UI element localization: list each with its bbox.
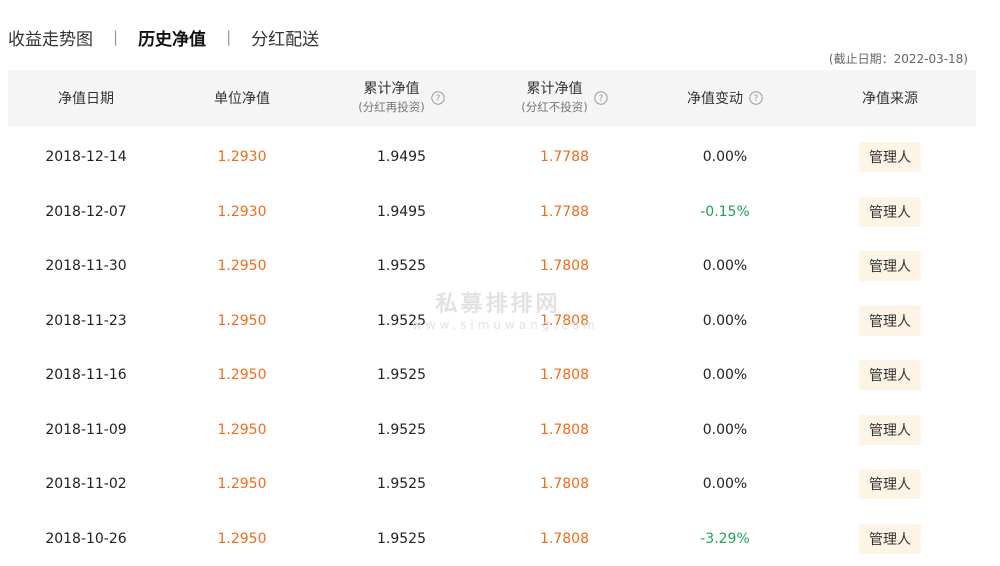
cell-nav-change: 0.00%: [646, 422, 804, 438]
cell-unit-nav: 1.2950: [164, 422, 320, 438]
table-row: 2018-12-14 1.2930 1.9495 1.7788 0.00% 管理…: [8, 130, 976, 185]
cell-unit-nav: 1.2950: [164, 367, 320, 383]
cell-nav-change: -0.15%: [646, 204, 804, 220]
header-acc-nav-reinvest-label: 累计净值: [363, 80, 419, 98]
header-acc-nav-reinvest: 累计净值 (分红再投资) ?: [320, 80, 483, 116]
table-header: 净值日期 单位净值 累计净值 (分红再投资) ? 累计净值 (分红不投资) ? …: [8, 70, 976, 126]
cell-date: 2018-12-14: [8, 149, 164, 165]
tab-separator: |: [226, 28, 231, 46]
table-row: 2018-11-23 1.2950 1.9525 1.7808 0.00% 管理…: [8, 294, 976, 349]
cell-date: 2018-10-26: [8, 531, 164, 547]
header-acc-nav-noreinvest: 累计净值 (分红不投资) ?: [483, 80, 646, 116]
header-nav-source-label: 净值来源: [862, 88, 918, 108]
cell-nav-source: 管理人: [804, 142, 976, 172]
header-nav-source: 净值来源: [804, 88, 976, 108]
cell-nav-source: 管理人: [804, 251, 976, 281]
cell-date: 2018-11-16: [8, 367, 164, 383]
cell-unit-nav: 1.2950: [164, 476, 320, 492]
cell-unit-nav: 1.2950: [164, 531, 320, 547]
source-badge: 管理人: [859, 360, 921, 390]
cell-acc-nav-reinvest: 1.9525: [320, 531, 483, 547]
header-nav-change: 净值变动 ?: [646, 88, 804, 108]
table-row: 2018-12-07 1.2930 1.9495 1.7788 -0.15% 管…: [8, 185, 976, 240]
source-badge: 管理人: [859, 142, 921, 172]
cell-acc-nav-noreinvest: 1.7808: [483, 258, 646, 274]
cell-nav-change: 0.00%: [646, 149, 804, 165]
header-unit-nav: 单位净值: [164, 88, 320, 108]
cell-nav-change: 0.00%: [646, 258, 804, 274]
cell-nav-source: 管理人: [804, 469, 976, 499]
cell-nav-source: 管理人: [804, 360, 976, 390]
header-acc-nav-reinvest-stack: 累计净值 (分红再投资): [358, 80, 424, 116]
cell-acc-nav-reinvest: 1.9525: [320, 258, 483, 274]
cell-unit-nav: 1.2930: [164, 149, 320, 165]
source-badge: 管理人: [859, 415, 921, 445]
cell-nav-change: 0.00%: [646, 367, 804, 383]
cell-acc-nav-noreinvest: 1.7808: [483, 531, 646, 547]
cell-unit-nav: 1.2950: [164, 258, 320, 274]
cell-nav-source: 管理人: [804, 415, 976, 445]
tab-separator: |: [113, 28, 118, 46]
svg-text:?: ?: [598, 94, 603, 104]
cell-acc-nav-reinvest: 1.9525: [320, 367, 483, 383]
cutoff-date: (截止日期：2022-03-18): [829, 50, 968, 67]
source-badge: 管理人: [859, 197, 921, 227]
help-icon[interactable]: ?: [749, 91, 763, 105]
cell-nav-change: -3.29%: [646, 531, 804, 547]
source-badge: 管理人: [859, 251, 921, 281]
cell-acc-nav-reinvest: 1.9495: [320, 149, 483, 165]
cell-acc-nav-noreinvest: 1.7808: [483, 422, 646, 438]
help-icon[interactable]: ?: [431, 91, 445, 105]
header-date-label: 净值日期: [58, 88, 114, 108]
cell-date: 2018-11-09: [8, 422, 164, 438]
source-badge: 管理人: [859, 524, 921, 554]
table-row: 2018-11-02 1.2950 1.9525 1.7808 0.00% 管理…: [8, 457, 976, 512]
cell-nav-source: 管理人: [804, 197, 976, 227]
cell-acc-nav-reinvest: 1.9525: [320, 313, 483, 329]
cell-nav-source: 管理人: [804, 524, 976, 554]
cell-nav-change: 0.00%: [646, 476, 804, 492]
table-row: 2018-11-30 1.2950 1.9525 1.7808 0.00% 管理…: [8, 239, 976, 294]
table-row: 2018-11-16 1.2950 1.9525 1.7808 0.00% 管理…: [8, 348, 976, 403]
tab-bar: 收益走势图 | 历史净值 | 分红配送: [8, 24, 319, 50]
cell-unit-nav: 1.2930: [164, 204, 320, 220]
table-body: 2018-12-14 1.2930 1.9495 1.7788 0.00% 管理…: [8, 126, 976, 566]
cell-nav-change: 0.00%: [646, 313, 804, 329]
cell-date: 2018-11-30: [8, 258, 164, 274]
source-badge: 管理人: [859, 306, 921, 336]
cell-acc-nav-noreinvest: 1.7788: [483, 204, 646, 220]
source-badge: 管理人: [859, 469, 921, 499]
svg-text:?: ?: [754, 94, 759, 104]
table-row: 2018-11-09 1.2950 1.9525 1.7808 0.00% 管理…: [8, 403, 976, 458]
cell-acc-nav-noreinvest: 1.7808: [483, 313, 646, 329]
cell-nav-source: 管理人: [804, 306, 976, 336]
header-nav-change-label: 净值变动: [687, 88, 743, 108]
cell-acc-nav-reinvest: 1.9495: [320, 204, 483, 220]
header-date: 净值日期: [8, 88, 164, 108]
cell-date: 2018-12-07: [8, 204, 164, 220]
cell-acc-nav-reinvest: 1.9525: [320, 422, 483, 438]
cell-date: 2018-11-23: [8, 313, 164, 329]
nav-history-table: 净值日期 单位净值 累计净值 (分红再投资) ? 累计净值 (分红不投资) ? …: [8, 70, 976, 566]
tab-history-nav[interactable]: 历史净值: [138, 25, 206, 50]
table-row: 2018-10-26 1.2950 1.9525 1.7808 -3.29% 管…: [8, 512, 976, 566]
header-unit-nav-label: 单位净值: [214, 88, 270, 108]
tab-dividends[interactable]: 分红配送: [251, 25, 319, 50]
cell-acc-nav-reinvest: 1.9525: [320, 476, 483, 492]
cell-acc-nav-noreinvest: 1.7808: [483, 476, 646, 492]
cell-acc-nav-noreinvest: 1.7788: [483, 149, 646, 165]
cell-date: 2018-11-02: [8, 476, 164, 492]
svg-text:?: ?: [435, 94, 440, 104]
cell-acc-nav-noreinvest: 1.7808: [483, 367, 646, 383]
help-icon[interactable]: ?: [594, 91, 608, 105]
header-acc-nav-noreinvest-sub: (分红不投资): [521, 98, 587, 116]
header-acc-nav-noreinvest-stack: 累计净值 (分红不投资): [521, 80, 587, 116]
tab-return-chart[interactable]: 收益走势图: [8, 25, 93, 50]
cell-unit-nav: 1.2950: [164, 313, 320, 329]
header-acc-nav-reinvest-sub: (分红再投资): [358, 98, 424, 116]
header-acc-nav-noreinvest-label: 累计净值: [526, 80, 582, 98]
